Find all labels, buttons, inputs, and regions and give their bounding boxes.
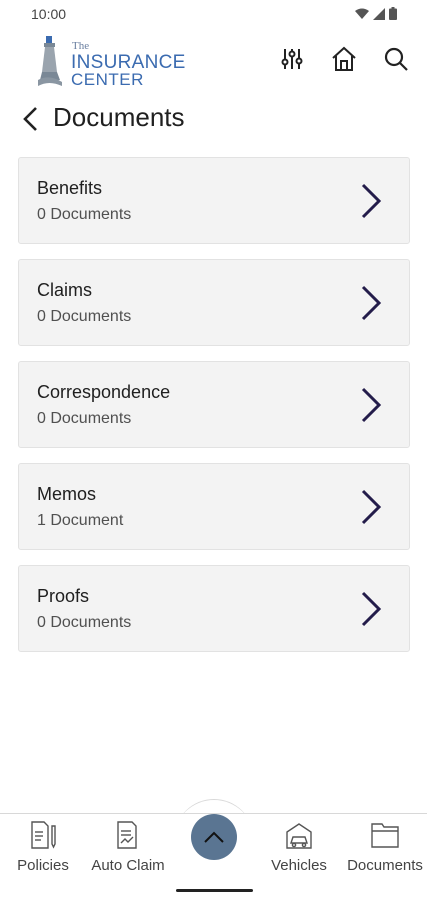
nav-label: Vehicles <box>271 857 327 874</box>
nav-label: Documents <box>347 857 423 874</box>
signal-icon <box>373 7 385 20</box>
document-category-correspondence[interactable]: Correspondence 0 Documents <box>18 361 410 448</box>
sliders-icon <box>281 49 303 69</box>
document-category-memos[interactable]: Memos 1 Document <box>18 463 410 550</box>
search-icon <box>384 47 408 71</box>
chevron-right-icon <box>361 183 382 219</box>
category-count: 0 Documents <box>37 308 132 325</box>
chevron-right-icon <box>361 591 382 627</box>
home-icon <box>332 46 356 71</box>
chevron-up-icon <box>204 831 224 843</box>
document-category-list: Benefits 0 Documents Claims 0 Documents … <box>18 157 410 667</box>
auto-claim-icon <box>117 821 137 849</box>
insurance-center-logo[interactable]: The INSURANCE CENTER <box>38 34 188 89</box>
logo-the: The <box>72 40 90 52</box>
status-bar: 10:00 <box>0 0 427 28</box>
page-title: Documents <box>53 102 185 132</box>
expand-menu-button[interactable] <box>191 814 237 860</box>
nav-documents[interactable]: Documents <box>343 814 427 884</box>
filter-sliders-button[interactable] <box>277 44 307 74</box>
home-button[interactable] <box>329 44 359 74</box>
back-button[interactable] <box>20 104 44 134</box>
category-count: 0 Documents <box>37 410 132 427</box>
nav-auto-claim[interactable]: Auto Claim <box>86 814 170 884</box>
category-name: Memos <box>37 484 97 504</box>
policies-icon <box>31 821 56 849</box>
nav-label: Policies <box>17 857 69 874</box>
document-category-proofs[interactable]: Proofs 0 Documents <box>18 565 410 652</box>
category-name: Proofs <box>37 586 90 606</box>
search-button[interactable] <box>381 44 411 74</box>
status-icons <box>355 7 397 20</box>
document-category-claims[interactable]: Claims 0 Documents <box>18 259 410 346</box>
category-name: Correspondence <box>37 382 171 402</box>
page-header: Documents <box>0 98 427 142</box>
documents-folder-icon <box>371 823 399 848</box>
chevron-right-icon <box>361 387 382 423</box>
category-count: 0 Documents <box>37 206 132 223</box>
status-time: 10:00 <box>31 6 67 22</box>
chevron-right-icon <box>361 285 382 321</box>
nav-vehicles[interactable]: Vehicles <box>257 814 341 884</box>
nav-label: Auto Claim <box>91 857 165 874</box>
nav-policies[interactable]: Policies <box>1 814 85 884</box>
chevron-right-icon <box>361 489 382 525</box>
logo-center: CENTER <box>71 70 144 89</box>
wifi-icon <box>355 8 369 19</box>
home-indicator[interactable] <box>176 889 253 892</box>
category-count: 0 Documents <box>37 614 132 631</box>
lighthouse-icon <box>38 36 62 86</box>
vehicles-icon <box>286 823 312 849</box>
chevron-left-icon <box>23 107 37 131</box>
category-count: 1 Document <box>37 512 124 529</box>
battery-icon <box>389 7 397 20</box>
category-name: Benefits <box>37 178 103 198</box>
category-name: Claims <box>37 280 93 300</box>
app-header: The INSURANCE CENTER <box>0 28 427 92</box>
document-category-benefits[interactable]: Benefits 0 Documents <box>18 157 410 244</box>
